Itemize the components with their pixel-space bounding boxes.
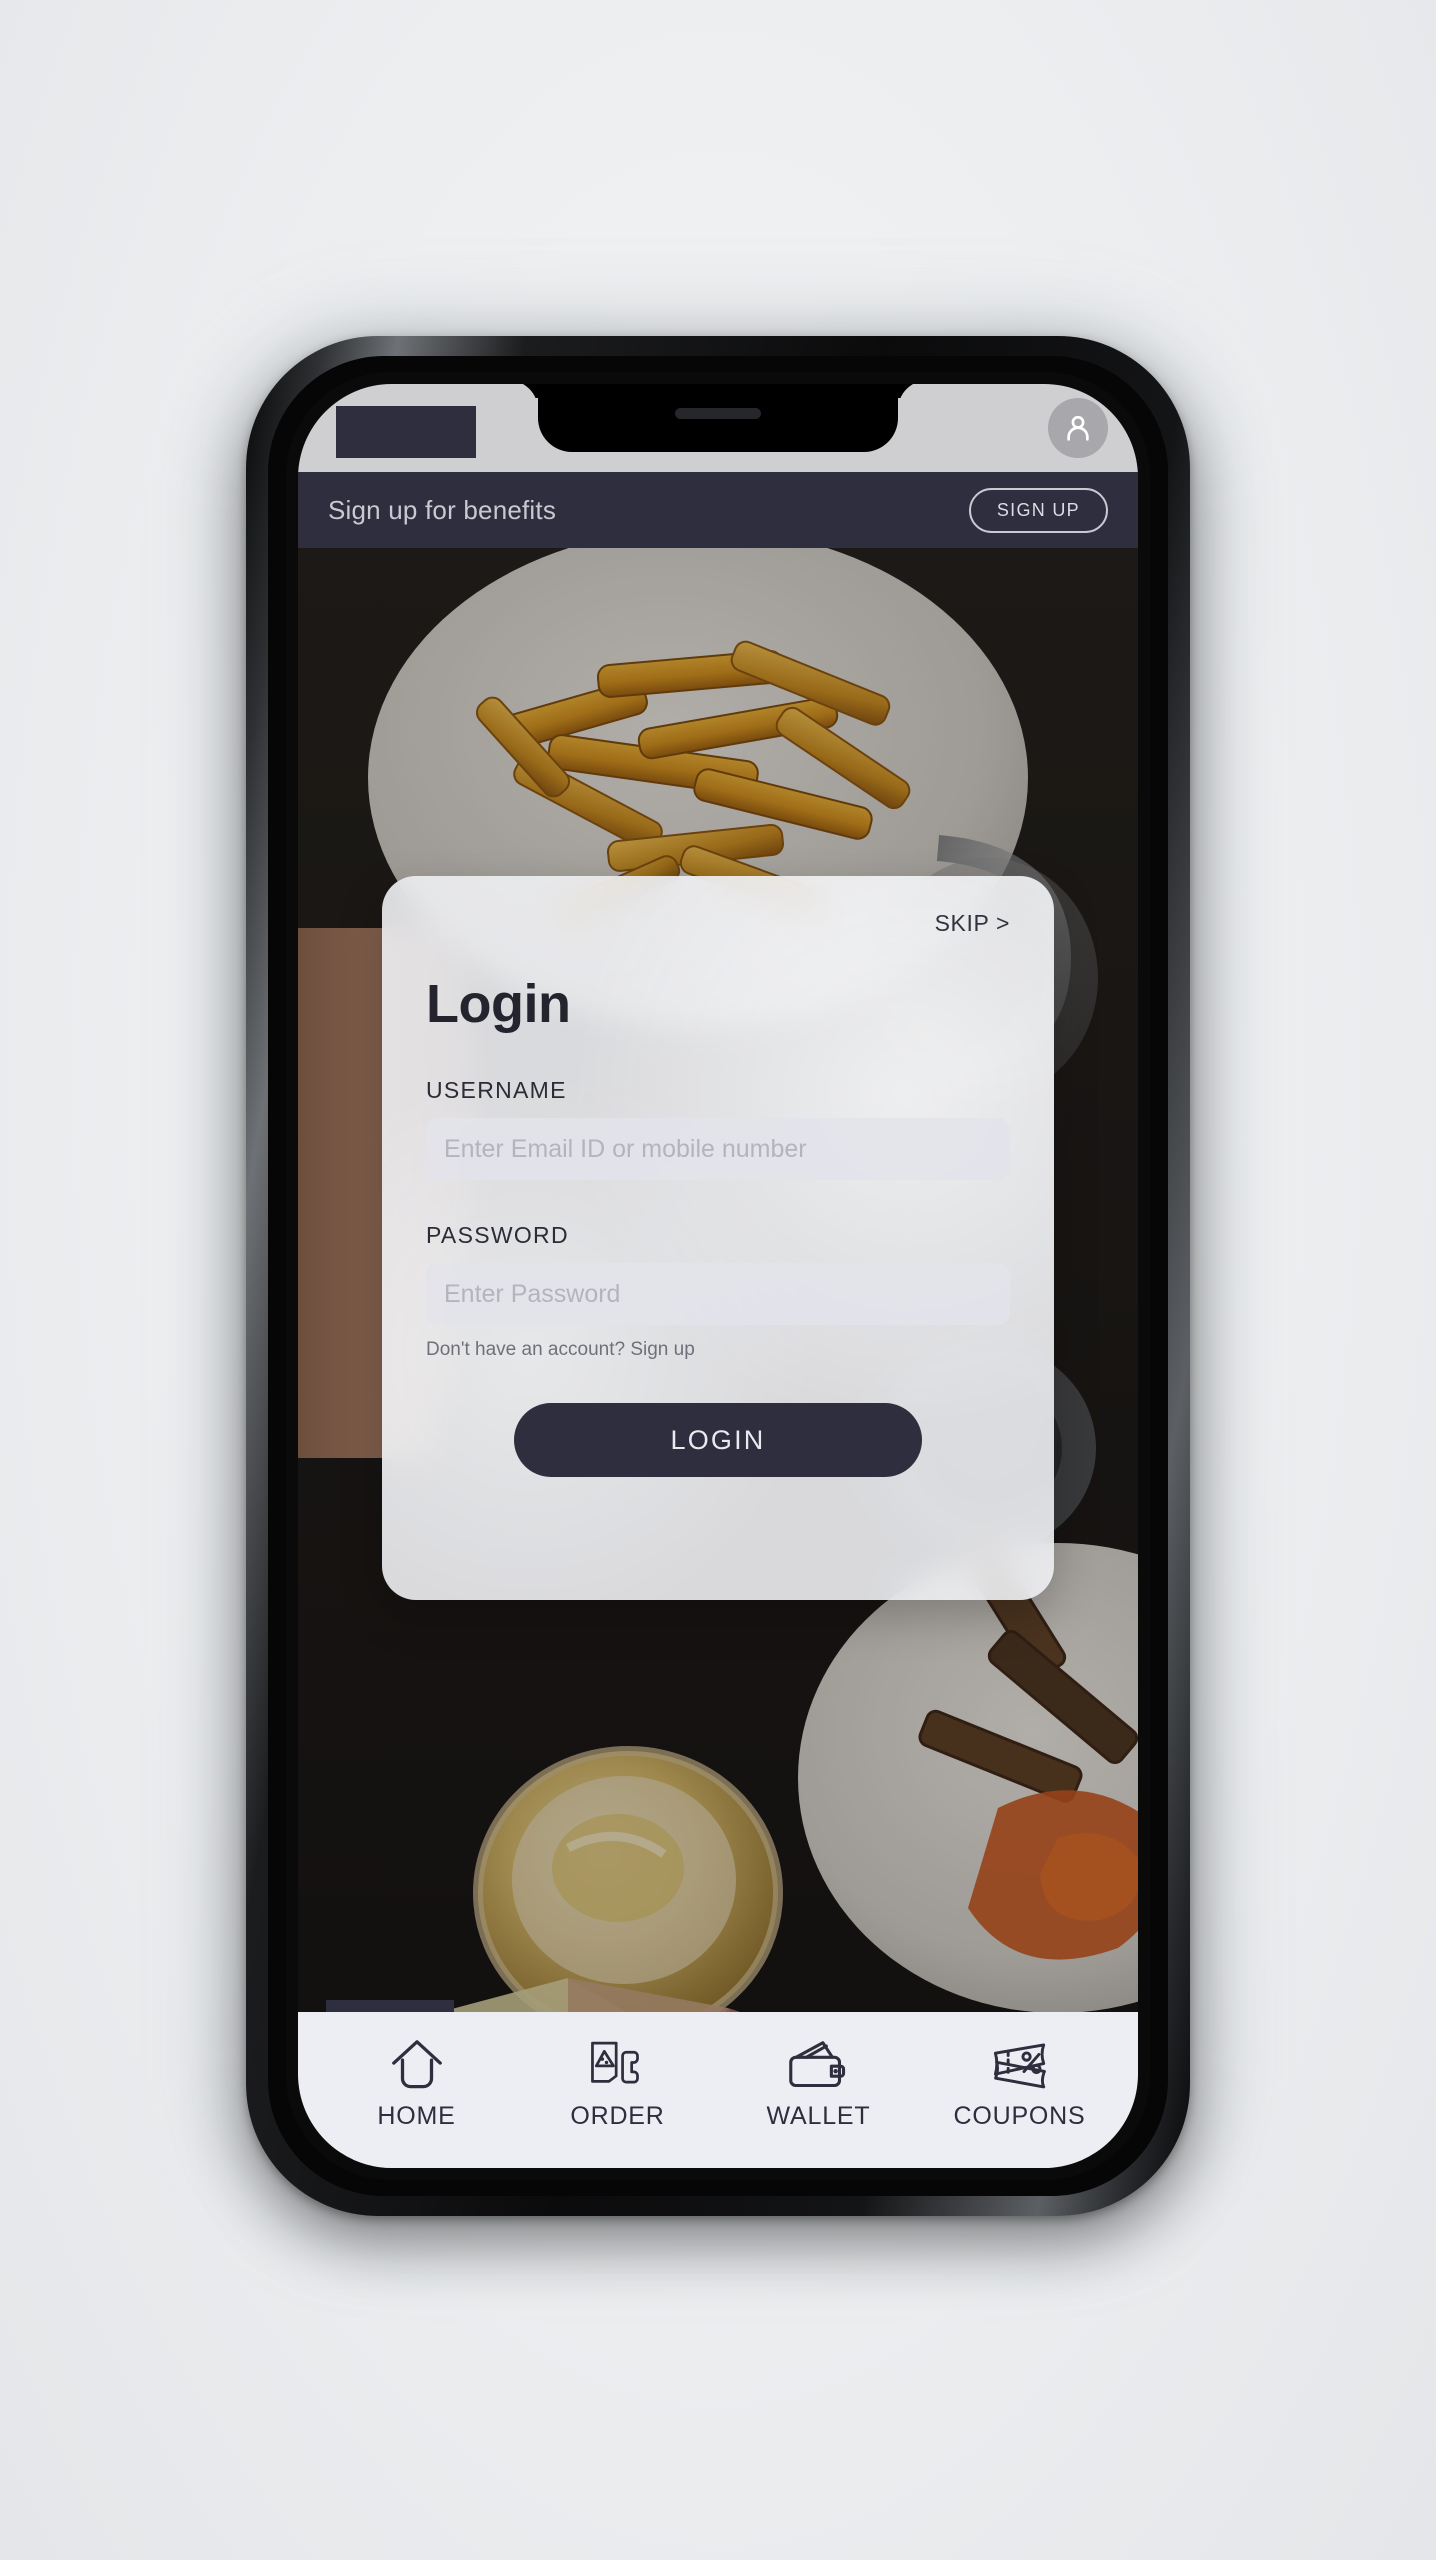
phone-screen: Sign up for benefits SIGN UP SKIP > Logi… (298, 384, 1138, 2168)
bottom-navigation-bar: HOME ORDER WALLET COUPONS (298, 2012, 1138, 2168)
promo-banner-text: Sign up for benefits (328, 494, 557, 525)
password-input[interactable] (426, 1263, 1010, 1325)
coupon-percent-icon (993, 2042, 1046, 2088)
app-logo-placeholder (336, 406, 476, 458)
nav-item-order[interactable]: ORDER (517, 2036, 718, 2131)
nav-item-coupons[interactable]: COUPONS (919, 2036, 1120, 2131)
nav-label-wallet: WALLET (766, 2101, 871, 2130)
sign-up-button[interactable]: SIGN UP (968, 487, 1108, 533)
nav-label-order: ORDER (570, 2101, 665, 2130)
page-title: Login (426, 974, 571, 1034)
nav-item-home[interactable]: HOME (316, 2036, 517, 2131)
nav-label-coupons: COUPONS (953, 2101, 1086, 2130)
active-tab-indicator (326, 2000, 454, 2012)
nav-item-wallet[interactable]: WALLET (718, 2036, 919, 2131)
username-input[interactable] (426, 1118, 1010, 1180)
password-label: PASSWORD (426, 1222, 569, 1248)
username-label: USERNAME (426, 1077, 567, 1103)
signup-promo-banner: Sign up for benefits SIGN UP (298, 472, 1138, 548)
wallet-icon (788, 2040, 845, 2087)
login-card: SKIP > Login USERNAME PASSWORD Don't hav… (382, 876, 1054, 1600)
nav-label-home: HOME (377, 2101, 456, 2130)
signup-helper-link[interactable]: Don't have an account? Sign up (426, 1339, 1010, 1361)
person-avatar-icon[interactable] (1048, 398, 1108, 458)
pizza-phone-icon (590, 2041, 639, 2084)
login-submit-button[interactable]: LOGIN (514, 1403, 922, 1477)
earpiece-speaker (675, 408, 761, 419)
avatar-glyph (1067, 415, 1089, 441)
skip-link[interactable]: SKIP > (426, 910, 1010, 937)
home-icon (391, 2039, 442, 2088)
